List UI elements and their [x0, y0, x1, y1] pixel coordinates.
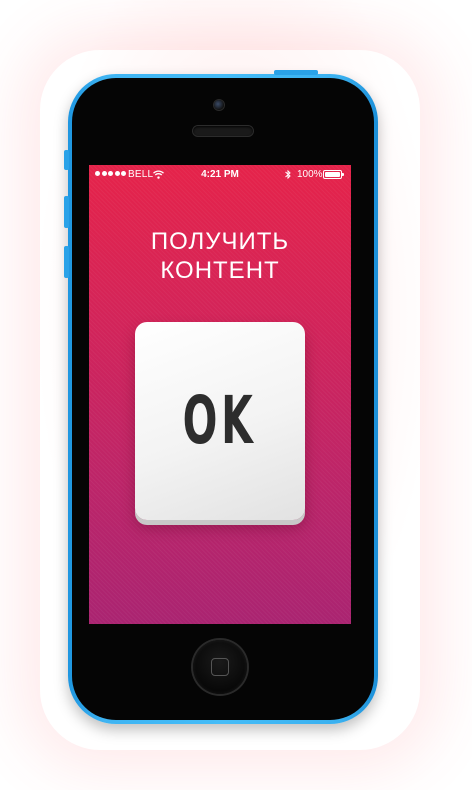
mute-switch — [64, 150, 69, 170]
status-bar: BELL 4:21 PM 100% — [89, 165, 351, 185]
earpiece-speaker — [193, 126, 253, 136]
headline: ПОЛУЧИТЬ КОНТЕНТ — [89, 227, 351, 285]
volume-up-button — [64, 196, 69, 228]
home-square-icon — [211, 658, 229, 676]
front-camera — [214, 100, 224, 110]
power-button — [274, 70, 318, 75]
ok-button[interactable]: OK — [135, 322, 305, 520]
bluetooth-icon — [285, 169, 291, 180]
headline-line-1: ПОЛУЧИТЬ — [150, 228, 290, 255]
headline-line-2: КОНТЕНТ — [160, 257, 280, 284]
stage: BELL 4:21 PM 100% ПОЛУЧИТЬ КОНТЕНТ OK — [0, 0, 472, 790]
volume-down-button — [64, 246, 69, 278]
battery-percentage: 100% — [297, 169, 323, 180]
battery-icon — [323, 170, 344, 179]
phone-screen: BELL 4:21 PM 100% ПОЛУЧИТЬ КОНТЕНТ OK — [89, 165, 351, 624]
home-button[interactable] — [193, 640, 247, 694]
ok-button-label: OK — [183, 382, 257, 459]
